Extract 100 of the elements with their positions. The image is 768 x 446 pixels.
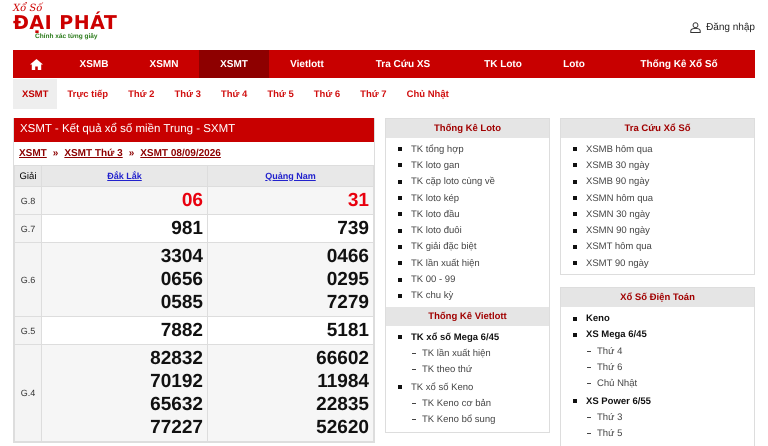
user-icon: [690, 22, 702, 33]
subnav-tab[interactable]: Thứ 6: [304, 79, 350, 109]
prize-label: G.6: [20, 274, 36, 284]
breadcrumb-separator: »: [52, 148, 58, 159]
breadcrumb-link[interactable]: XSMT 08/09/2026: [140, 148, 221, 159]
sidebar-link[interactable]: TK tổng hợp: [411, 144, 464, 155]
bullet-icon: [398, 147, 402, 152]
bullet-icon: [573, 332, 577, 337]
sidebar-link[interactable]: TK theo thứ: [422, 364, 472, 376]
dash-icon: [587, 366, 591, 368]
nav-tab[interactable]: TK Loto: [461, 50, 545, 78]
bullet-icon: [398, 180, 402, 184]
nav-tab[interactable]: XSMN: [129, 50, 199, 78]
breadcrumb-separator: »: [128, 148, 134, 159]
sidebar-link[interactable]: Keno: [586, 313, 610, 324]
sidebar-link[interactable]: XSMB 30 ngày: [586, 160, 650, 171]
nav-tab[interactable]: Tra Cứu XS: [345, 50, 461, 78]
sidebar-link[interactable]: XSMN hôm qua: [586, 192, 654, 204]
result-number: 77227: [149, 416, 203, 439]
province-link[interactable]: Đắk Lắk: [107, 170, 142, 180]
bullet-icon: [398, 278, 402, 282]
bullet-icon: [398, 261, 402, 266]
sidebar-link[interactable]: TK 00 - 99: [411, 274, 456, 286]
result-number: 06: [180, 189, 203, 212]
result-number: 5181: [326, 319, 369, 342]
sidebar-link[interactable]: TK loto gan: [411, 160, 460, 171]
result-number: 82832: [149, 347, 203, 370]
sidebar-link[interactable]: TK chu kỳ: [411, 290, 454, 302]
subnav-tab[interactable]: Thứ 5: [257, 79, 304, 109]
sidebar-link[interactable]: XSMT hôm qua: [586, 241, 652, 252]
result-number: 0585: [160, 291, 203, 314]
result-number: 3304: [160, 245, 203, 268]
bullet-icon: [398, 294, 402, 298]
prize-label: G.4: [20, 388, 36, 398]
sidebar-link[interactable]: TK xổ số Keno: [411, 382, 474, 392]
sidebar-link[interactable]: Thứ 6: [597, 362, 622, 373]
bullet-icon: [573, 163, 577, 168]
bullet-icon: [573, 261, 577, 266]
nav-tab[interactable]: Thống Kê Xổ Số: [603, 50, 755, 78]
home-icon: [30, 58, 42, 70]
breadcrumb-link[interactable]: XSMT Thứ 3: [64, 148, 123, 159]
sidebar-link[interactable]: TK loto đuôi: [411, 225, 462, 236]
nav-tab[interactable]: XSMT: [199, 50, 269, 78]
nav-tab[interactable]: Vietlott: [269, 50, 345, 78]
subnav-tab[interactable]: Thứ 2: [118, 79, 164, 109]
dash-icon: [412, 369, 416, 370]
sidebar-link[interactable]: TK loto đầu: [411, 208, 460, 220]
sidebar-link[interactable]: TK loto kép: [411, 192, 460, 204]
breadcrumb-link[interactable]: XSMT: [19, 148, 47, 159]
sidebar-link[interactable]: TK lần xuất hiện: [422, 348, 491, 359]
subnav-tab[interactable]: Chủ Nhật: [396, 79, 459, 109]
panel-title: Xổ Số Điện Toán: [561, 288, 754, 308]
dash-icon: [412, 402, 416, 404]
sidebar-link[interactable]: TK cặp loto cùng về: [411, 176, 495, 188]
sidebar-link[interactable]: Thứ 3: [597, 412, 622, 423]
sidebar-link[interactable]: Chủ Nhật: [597, 378, 638, 390]
sidebar-link[interactable]: XSMT 90 ngày: [586, 258, 649, 269]
sidebar-link[interactable]: TK Keno bổ sung: [422, 414, 496, 426]
result-number: 31: [346, 189, 369, 212]
sidebar-link[interactable]: XS Mega 6/45: [586, 329, 647, 340]
panel-title: Thống Kê Vietlott: [386, 306, 549, 326]
sidebar-link[interactable]: XSMB 90 ngày: [586, 176, 650, 188]
result-number: 0295: [326, 268, 369, 291]
sidebar-link[interactable]: XSMN 30 ngày: [586, 208, 650, 220]
dash-icon: [587, 416, 591, 418]
dash-icon: [587, 433, 591, 434]
sidebar-link[interactable]: TK Keno cơ bản: [422, 398, 492, 409]
bullet-icon: [573, 244, 577, 249]
sidebar-link[interactable]: Thứ 4: [597, 346, 622, 357]
result-number: 981: [170, 217, 203, 240]
sidebar-link[interactable]: XSMB hôm qua: [586, 144, 653, 155]
province-link[interactable]: Quảng Nam: [265, 170, 316, 180]
bullet-icon: [573, 228, 577, 233]
result-number: 7279: [326, 291, 369, 314]
prize-label: G.5: [20, 326, 36, 336]
panel-title: Thống Kê Loto: [386, 119, 549, 138]
sidebar-link[interactable]: TK giải đặc biệt: [411, 241, 476, 252]
sidebar-link[interactable]: TK xổ số Mega 6/45: [411, 332, 500, 343]
result-number: 0656: [160, 268, 203, 291]
bullet-icon: [573, 316, 577, 321]
sidebar-link[interactable]: XSMN 90 ngày: [586, 225, 650, 236]
sidebar-link[interactable]: XS Power 6/55: [586, 396, 651, 406]
login-link[interactable]: Đăng nhập: [690, 22, 755, 33]
sidebar-link[interactable]: TK lần xuất hiện: [411, 258, 480, 269]
results-title: XSMT - Kết quả xổ số miền Trung - SXMT: [14, 118, 374, 142]
subnav-tab[interactable]: Thứ 7: [350, 79, 397, 109]
subnav-tab[interactable]: Thứ 3: [164, 79, 211, 109]
result-number: 7882: [160, 319, 203, 342]
subnav-tab[interactable]: Thứ 4: [210, 79, 258, 109]
bullet-icon: [573, 399, 577, 403]
nav-tab[interactable]: XSMB: [59, 50, 129, 78]
subnav-tab[interactable]: XSMT: [13, 79, 58, 109]
column-header: Giải: [20, 170, 36, 182]
bullet-icon: [398, 335, 402, 340]
logo-script-text: Xổ Số: [13, 4, 44, 14]
nav-tab[interactable]: Loto: [545, 50, 603, 78]
bullet-icon: [398, 163, 402, 168]
sidebar-link[interactable]: Thứ 5: [597, 428, 622, 440]
subnav-tab[interactable]: Trực tiếp: [57, 79, 118, 109]
result-number: 11984: [316, 370, 369, 393]
